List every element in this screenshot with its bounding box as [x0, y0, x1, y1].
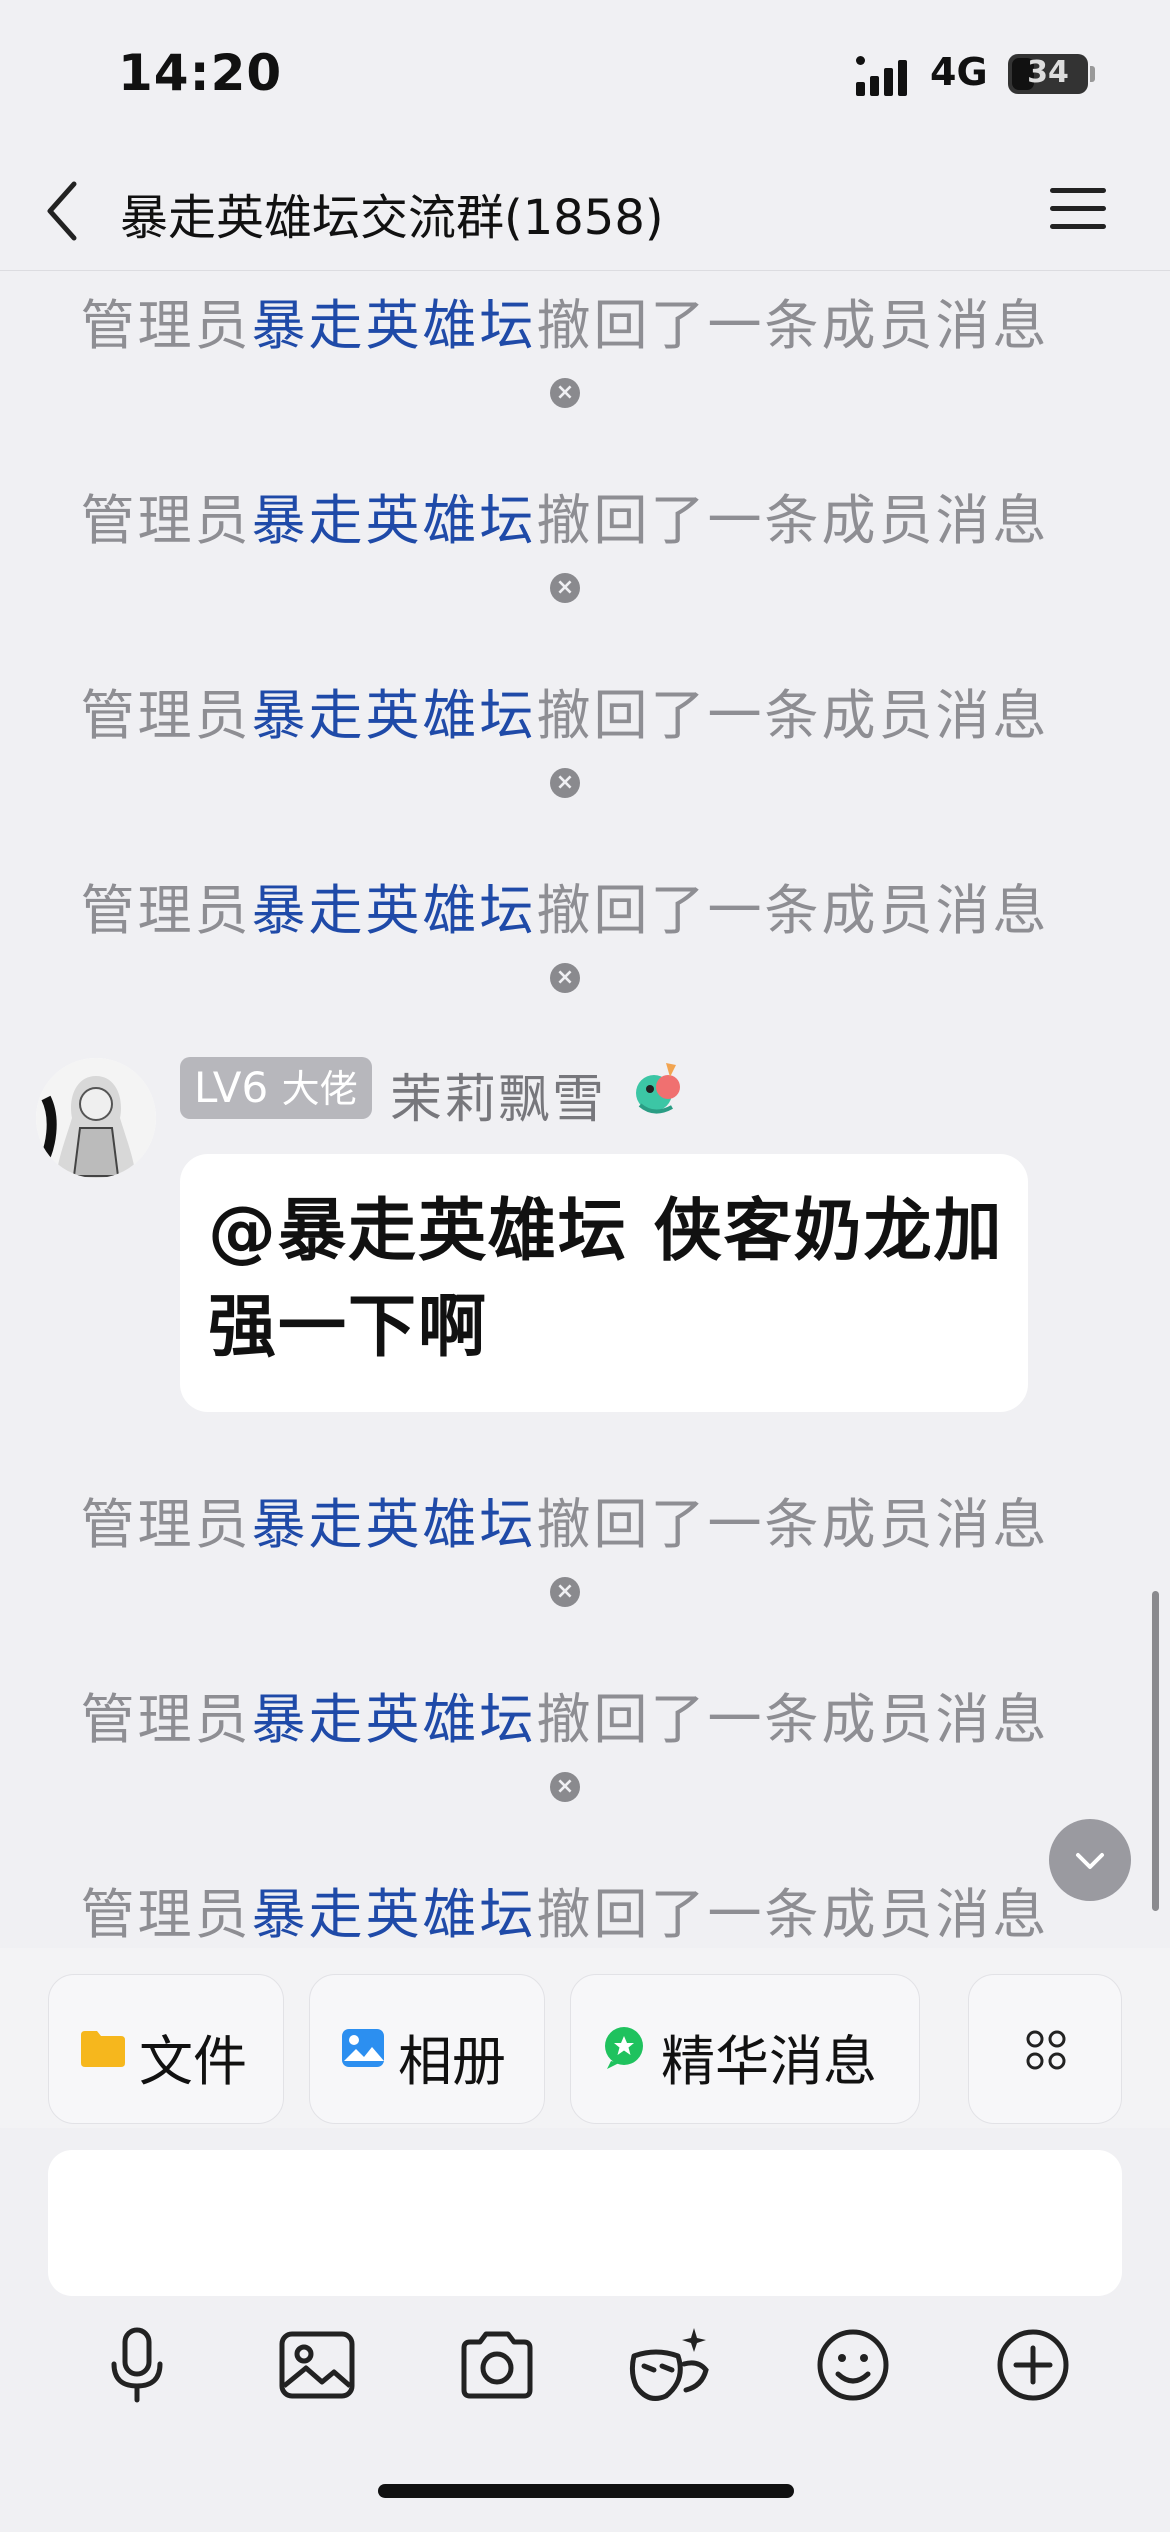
menu-icon[interactable] — [1050, 184, 1106, 234]
close-icon[interactable]: × — [550, 573, 580, 603]
folder-icon — [81, 2031, 125, 2067]
avatar[interactable] — [36, 1058, 156, 1178]
status-bar: 14:20 4G 34 — [0, 0, 1170, 150]
system-message: 管理员暴走英雄坛撤回了一条成员消息 × — [0, 281, 1130, 408]
tab-highlights[interactable]: 精华消息 — [570, 1974, 920, 2124]
system-message: 管理员暴走英雄坛撤回了一条成员消息 — [80, 1883, 1050, 1946]
camera-icon[interactable] — [452, 2320, 542, 2410]
message-text: @暴走英雄坛 侠客奶龙加强一下啊 — [208, 1192, 1004, 1367]
quick-tabs-bar: 文件 相册 精华消息 — [0, 1948, 1170, 2128]
status-time: 14:20 — [118, 44, 283, 102]
close-icon[interactable]: × — [550, 1772, 580, 1802]
admin-link[interactable]: 暴走英雄坛 — [252, 879, 537, 942]
close-icon[interactable]: × — [550, 1577, 580, 1607]
tab-highlights-label: 精华消息 — [661, 2030, 877, 2093]
highlight-icon — [605, 2027, 643, 2069]
system-message: 管理员暴走英雄坛撤回了一条成员消息 × — [0, 1675, 1130, 1802]
battery-level: 34 — [1027, 55, 1069, 90]
admin-link[interactable]: 暴走英雄坛 — [252, 684, 537, 747]
plus-icon[interactable] — [988, 2320, 1078, 2410]
message-bubble[interactable]: @暴走英雄坛 侠客奶龙加强一下啊 — [180, 1154, 1028, 1412]
system-message: 管理员暴走英雄坛撤回了一条成员消息 × — [0, 476, 1130, 603]
input-toolbar — [0, 2320, 1170, 2420]
message-input[interactable] — [48, 2150, 1122, 2296]
back-arrow-icon[interactable] — [40, 176, 90, 246]
close-icon[interactable]: × — [550, 378, 580, 408]
grid-icon — [1026, 2030, 1066, 2070]
home-indicator[interactable] — [378, 2484, 794, 2498]
rank-label: 大佬 — [281, 1067, 358, 1111]
chat-area[interactable]: 管理员暴走英雄坛撤回了一条成员消息 × 管理员暴走英雄坛撤回了一条成员消息 × … — [0, 271, 1170, 1948]
emoji-icon[interactable] — [808, 2320, 898, 2410]
sender-name[interactable]: 茉莉飘雪 — [390, 1057, 606, 1132]
admin-link[interactable]: 暴走英雄坛 — [252, 1883, 537, 1946]
tab-files-label: 文件 — [139, 2030, 247, 2093]
scrollbar[interactable] — [1152, 1591, 1159, 1911]
admin-link[interactable]: 暴走英雄坛 — [252, 1688, 537, 1751]
scroll-down-button[interactable] — [1049, 1819, 1131, 1901]
battery-icon: 34 — [1008, 54, 1088, 94]
close-icon[interactable]: × — [550, 963, 580, 993]
system-message: 管理员暴走英雄坛撤回了一条成员消息 × — [0, 671, 1130, 798]
chat-title: 暴走英雄坛交流群(1858) — [120, 190, 664, 246]
admin-link[interactable]: 暴走英雄坛 — [252, 294, 537, 357]
mask-icon[interactable] — [626, 2320, 716, 2410]
close-icon[interactable]: × — [550, 768, 580, 798]
battery-tip — [1090, 66, 1095, 82]
microphone-icon[interactable] — [92, 2320, 182, 2410]
photo-icon — [342, 2029, 384, 2067]
chevron-down-icon — [1076, 1853, 1104, 1869]
tab-album[interactable]: 相册 — [309, 1974, 545, 2124]
dragon-icon — [636, 1063, 680, 1114]
signal-icon — [856, 56, 916, 96]
nav-bar: 暴走英雄坛交流群(1858) — [0, 150, 1170, 271]
admin-link[interactable]: 暴走英雄坛 — [252, 1493, 537, 1556]
tab-album-label: 相册 — [398, 2030, 506, 2093]
level-badge: LV6 大佬 — [180, 1057, 372, 1119]
network-type: 4G — [930, 50, 988, 94]
tab-files[interactable]: 文件 — [48, 1974, 284, 2124]
system-message: 管理员暴走英雄坛撤回了一条成员消息 × — [0, 1480, 1130, 1607]
system-message: 管理员暴走英雄坛撤回了一条成员消息 × — [0, 866, 1130, 993]
image-icon[interactable] — [272, 2320, 362, 2410]
admin-link[interactable]: 暴走英雄坛 — [252, 489, 537, 552]
more-apps-button[interactable] — [968, 1974, 1122, 2124]
